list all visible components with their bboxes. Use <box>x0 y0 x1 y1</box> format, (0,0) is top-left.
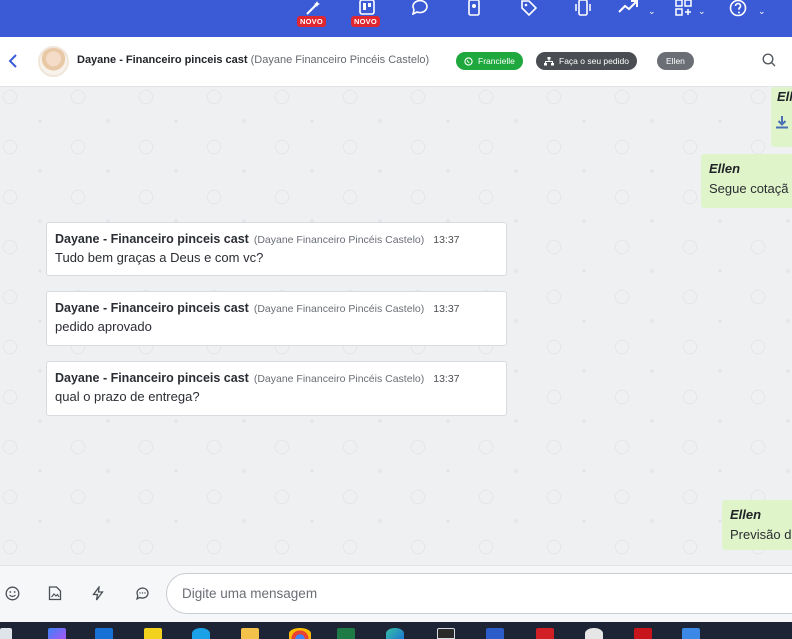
message-text: Segue cotaçã <box>709 181 789 196</box>
sitemap-icon <box>544 56 554 66</box>
quick-reply-button[interactable] <box>92 584 104 606</box>
app-red-2-icon[interactable] <box>634 628 652 639</box>
outgoing-message[interactable]: Ellen Previsão d <box>722 500 792 550</box>
lightning-icon <box>92 584 104 601</box>
message-time: 13:37 <box>433 303 460 315</box>
template-message-button[interactable] <box>135 586 150 606</box>
incoming-message[interactable]: Dayane - Financeiro pinceis cast (Dayane… <box>46 291 507 346</box>
sender-subtitle: (Dayane Financeiro Pincéis Castelo) <box>253 303 425 315</box>
outgoing-message[interactable]: Ellen Segue cotaçã <box>701 154 792 208</box>
tag-faca-pedido[interactable]: Faça o seu pedido <box>536 52 637 70</box>
skype-icon[interactable] <box>192 628 210 639</box>
chat-messages-area[interactable]: Ell Ellen Segue cotaçã Dayane - Financei… <box>0 87 792 565</box>
whatsapp-icon <box>464 56 473 66</box>
os-taskbar <box>0 622 792 639</box>
message-composer <box>0 565 792 622</box>
taskview-icon[interactable] <box>0 628 12 639</box>
apps-grid-icon[interactable] <box>674 0 692 37</box>
chat-header: Dayane - Financeiro pinceis cast (Dayane… <box>0 37 792 87</box>
chevron-down-icon[interactable]: ⌄ <box>648 6 656 17</box>
incoming-message[interactable]: Dayane - Financeiro pinceis cast (Dayane… <box>46 222 507 276</box>
search-button[interactable] <box>762 53 776 72</box>
message-text: Previsão d <box>730 527 792 542</box>
message-text: qual o prazo de entrega? <box>55 389 200 404</box>
attachment-button[interactable] <box>48 586 62 606</box>
excel-icon[interactable] <box>337 628 355 639</box>
chat-bubbles-icon[interactable] <box>410 0 430 37</box>
chevron-up-icon[interactable] <box>764 628 776 639</box>
chevron-left-icon <box>8 54 17 68</box>
sender-name: Dayane - Financeiro pinceis cast <box>55 301 249 315</box>
tag-ellen[interactable]: Ellen <box>657 52 694 70</box>
outlook-icon[interactable] <box>95 628 113 639</box>
help-icon[interactable] <box>728 0 748 37</box>
new-badge: NOVO <box>297 16 326 27</box>
sender-name: Ellen <box>730 507 762 522</box>
edge-icon[interactable] <box>386 628 404 639</box>
contact-title[interactable]: Dayane - Financeiro pinceis cast (Dayane… <box>77 54 429 66</box>
sender-name: Dayane - Financeiro pinceis cast <box>55 371 249 385</box>
tag-label: Faça o seu pedido <box>559 56 629 66</box>
app-user-icon[interactable] <box>682 628 700 639</box>
download-icon[interactable] <box>775 115 789 134</box>
magic-wand-icon[interactable]: NOVO <box>297 0 326 37</box>
sender-subtitle: (Dayane Financeiro Pincéis Castelo) <box>253 234 425 246</box>
file-image-icon <box>48 586 62 601</box>
phone-vibrate-icon[interactable] <box>572 0 594 37</box>
search-icon <box>762 53 776 67</box>
trending-up-icon[interactable] <box>617 0 639 37</box>
top-toolbar: NOVO NOVO ⌄ ⌄ ⌄ <box>0 0 792 37</box>
avatar[interactable] <box>38 46 69 77</box>
kanban-icon[interactable]: NOVO <box>351 0 380 37</box>
sender-name: Dayane - Financeiro pinceis cast <box>55 232 249 246</box>
incoming-message[interactable]: Dayane - Financeiro pinceis cast (Dayane… <box>46 361 507 416</box>
tag-francielle[interactable]: Francielle <box>456 52 523 70</box>
emoji-icon <box>5 586 20 601</box>
sender-subtitle: (Dayane Financeiro Pincéis Castelo) <box>253 373 425 385</box>
tag-label: Ellen <box>666 56 685 66</box>
emoji-button[interactable] <box>5 586 20 606</box>
chat-bubble-icon <box>135 587 149 600</box>
word-icon[interactable] <box>486 628 504 639</box>
app-chart-icon[interactable] <box>585 628 603 639</box>
sender-name: Ellen <box>709 161 741 176</box>
contact-subtitle: (Dayane Financeiro Pincéis Castelo) <box>250 54 430 66</box>
message-text: pedido aprovado <box>55 319 152 334</box>
tag-label: Francielle <box>478 56 515 66</box>
chevron-down-icon[interactable]: ⌄ <box>758 6 766 17</box>
message-time: 13:37 <box>433 234 460 246</box>
message-time: 13:37 <box>433 373 460 385</box>
chevron-down-icon[interactable]: ⌄ <box>698 6 706 17</box>
copilot-icon[interactable] <box>48 628 66 639</box>
media-icon[interactable] <box>437 628 455 639</box>
sender-name: Ell <box>777 89 792 104</box>
chrome-icon[interactable] <box>289 628 311 639</box>
message-input[interactable] <box>166 573 792 614</box>
contact-card-icon[interactable] <box>466 0 482 37</box>
new-badge: NOVO <box>351 16 380 27</box>
back-button[interactable] <box>4 51 22 71</box>
tag-icon[interactable] <box>520 0 538 37</box>
app-red-icon[interactable] <box>536 628 554 639</box>
message-text: Tudo bem graças a Deus e com vc? <box>55 250 264 265</box>
sticky-notes-icon[interactable] <box>144 628 162 639</box>
contact-name: Dayane - Financeiro pinceis cast <box>77 54 248 66</box>
file-explorer-icon[interactable] <box>241 628 259 639</box>
